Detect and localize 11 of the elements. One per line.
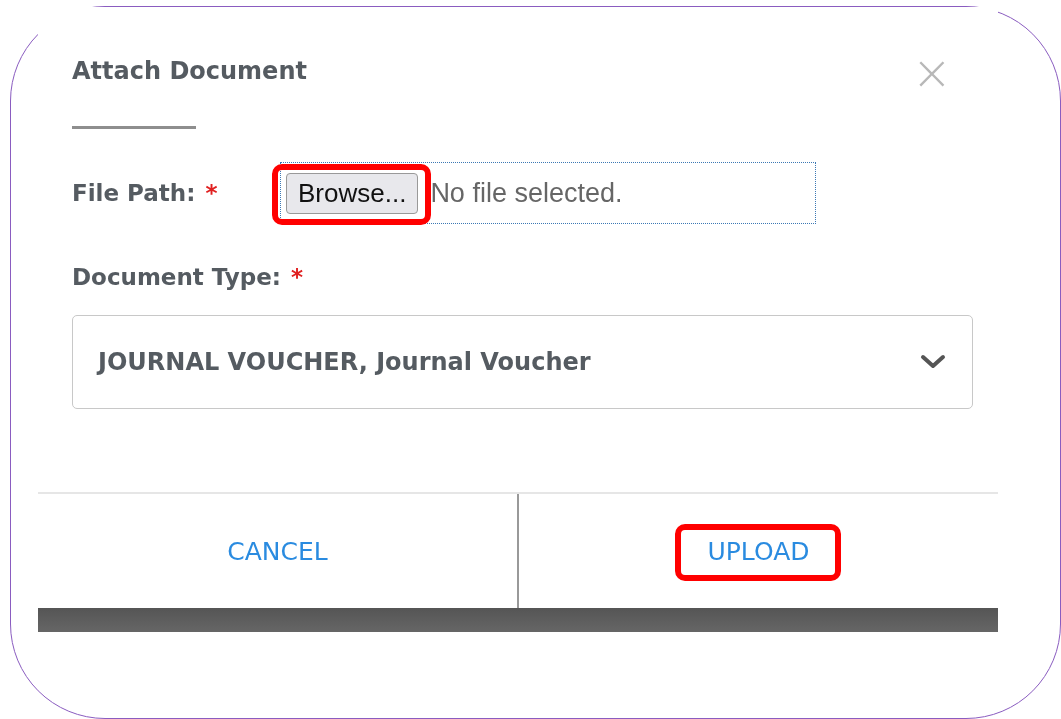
browse-button[interactable]: Browse... [286,172,419,214]
field-label: File Path: [72,180,196,206]
document-type-select[interactable]: JOURNAL VOUCHER, Journal Voucher [72,315,973,409]
dialog-title: Attach Document [72,57,307,85]
field-label: Document Type: [72,264,282,290]
required-mark: * [205,180,218,206]
file-status: No file selected. [430,177,623,209]
chevron-down-icon [920,354,946,370]
required-mark: * [291,264,304,290]
dialog-button[interactable]: UPLOAD [689,532,828,570]
dialog-button[interactable]: CANCEL [209,532,346,570]
